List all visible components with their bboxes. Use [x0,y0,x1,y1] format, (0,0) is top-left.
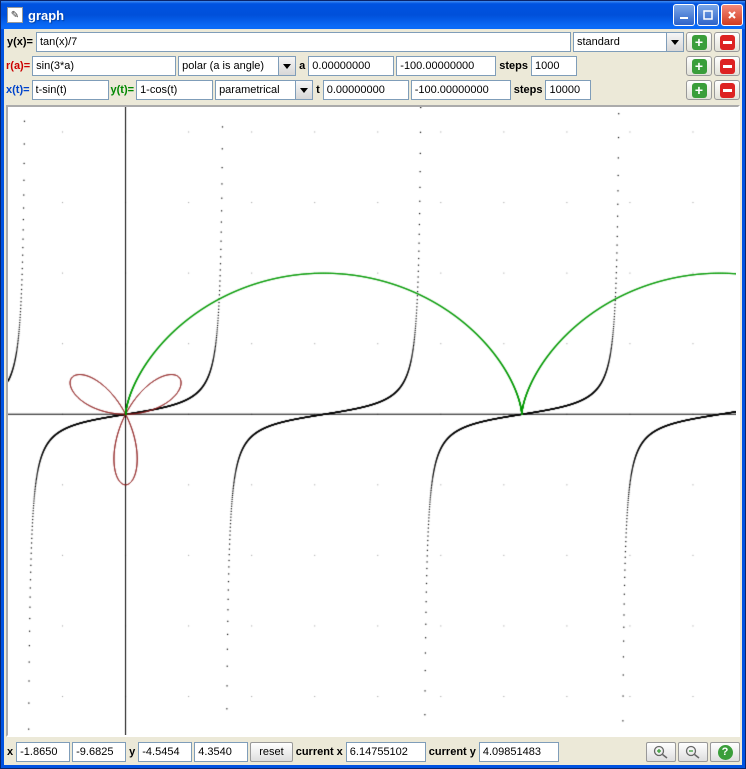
footer: x y reset current x current y [4,739,742,765]
app-window: ✎ graph y(x)= [0,0,746,769]
yt-expr-input[interactable] [136,80,213,100]
minus-icon [720,83,735,98]
steps-label: steps [513,84,544,96]
zoom-in-button[interactable] [646,742,676,762]
zoom-out-button[interactable] [678,742,708,762]
content: y(x)= + r(a)= [1,29,745,768]
t-from-input[interactable] [323,80,409,100]
t-to-input[interactable] [411,80,511,100]
a-from-input[interactable] [308,56,394,76]
row2-steps-input[interactable] [531,56,577,76]
row1-add-button[interactable]: + [686,32,712,52]
yt-label: y(t)= [111,84,135,96]
row3-mode-value[interactable] [215,80,295,100]
current-x-value[interactable] [346,742,426,762]
yx-label: y(x)= [6,36,34,48]
row3-remove-button[interactable] [714,80,740,100]
plus-icon: + [692,59,707,74]
help-icon: ? [718,745,733,760]
chevron-down-icon[interactable] [278,56,296,76]
maximize-button[interactable] [697,4,719,26]
row1-mode-value[interactable] [573,32,666,52]
row-parametric: x(t)= y(t)= t steps + [6,79,740,101]
yx-expr-input[interactable] [36,32,571,52]
row1-mode-select[interactable] [573,32,684,52]
plus-icon: + [692,83,707,98]
row3-steps-input[interactable] [545,80,591,100]
ra-label: r(a)= [6,60,30,72]
reset-button[interactable]: reset [250,742,292,762]
window-title: graph [28,8,673,23]
minus-icon [720,35,735,50]
row-polar: r(a)= a steps + [6,55,740,77]
x-to-input[interactable] [72,742,126,762]
magnifier-plus-icon [653,745,669,759]
row2-mode-value[interactable] [178,56,278,76]
a-to-input[interactable] [396,56,496,76]
xt-expr-input[interactable] [32,80,109,100]
row3-add-button[interactable]: + [686,80,712,100]
plot-area[interactable] [6,105,740,737]
titlebar[interactable]: ✎ graph [1,1,745,29]
steps-label: steps [498,60,529,72]
plus-icon: + [692,35,707,50]
footer-y-label: y [128,746,136,758]
magnifier-minus-icon [685,745,701,759]
minus-icon [720,59,735,74]
chevron-down-icon[interactable] [295,80,313,100]
a-label: a [298,60,306,72]
t-label: t [315,84,321,96]
current-y-label: current y [428,746,477,758]
minimize-button[interactable] [673,4,695,26]
y-from-input[interactable] [138,742,192,762]
reset-label: reset [259,746,283,758]
row-standard: y(x)= + [6,31,740,53]
help-button[interactable]: ? [710,742,740,762]
row3-mode-select[interactable] [215,80,313,100]
window-buttons [673,4,743,26]
app-icon: ✎ [7,7,23,23]
row2-add-button[interactable]: + [686,56,712,76]
xt-label: x(t)= [6,84,30,96]
row1-remove-button[interactable] [714,32,740,52]
y-to-input[interactable] [194,742,248,762]
close-button[interactable] [721,4,743,26]
current-y-value[interactable] [479,742,559,762]
current-x-label: current x [295,746,344,758]
footer-x-label: x [6,746,14,758]
row2-remove-button[interactable] [714,56,740,76]
ra-expr-input[interactable] [32,56,176,76]
plot-canvas[interactable] [8,107,736,735]
chevron-down-icon[interactable] [666,32,684,52]
x-from-input[interactable] [16,742,70,762]
row2-mode-select[interactable] [178,56,296,76]
equation-rows: y(x)= + r(a)= [4,29,742,103]
